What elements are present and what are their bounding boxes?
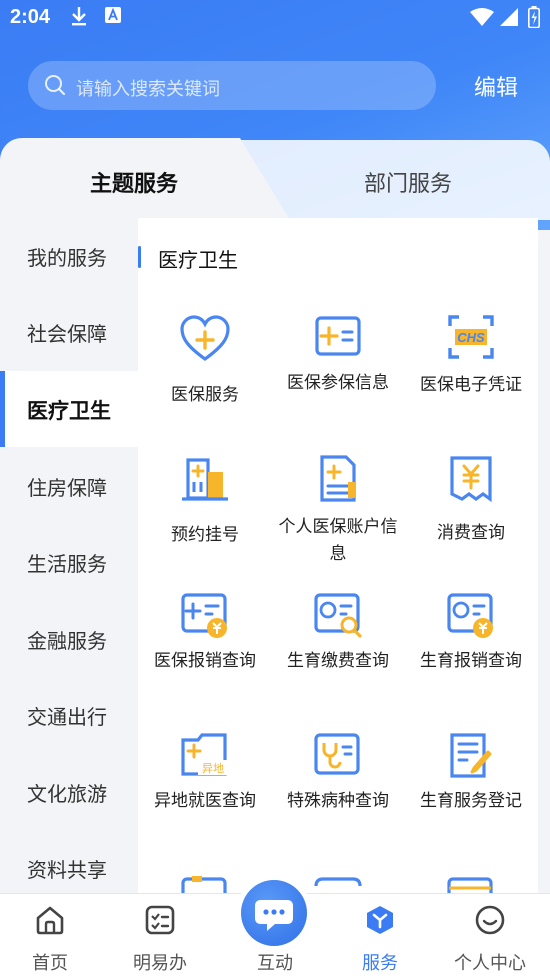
nav-home[interactable]: 首页 [0,894,105,979]
service-item-personal-account[interactable]: 个人医保账户信息 [271,454,405,568]
card-icon [447,877,493,893]
sidebar-item-housing[interactable]: 住房保障 [0,448,138,524]
section-marker [138,246,141,268]
search-icon [45,75,66,96]
service-label: 异地就医查询 [154,791,256,811]
service-item-maternity-reimbursement[interactable]: 生育报销查询 [404,592,538,675]
service-item-consumption[interactable]: 消费查询 [404,454,538,547]
nav-label: 首页 [32,953,68,974]
sidebar-item-finance[interactable]: 金融服务 [0,601,138,677]
svg-text:CHS: CHS [457,330,485,345]
nav-profile[interactable]: 个人中心 [435,894,545,979]
service-item-remote-medical[interactable]: 异地 异地就医查询 [138,732,272,815]
sidebar-item-label: 金融服务 [27,629,107,653]
card-plus-icon [315,316,361,356]
search-bar[interactable]: 请输入搜索关键词 [28,61,436,110]
sidebar-item-transport[interactable]: 交通出行 [0,677,138,753]
search-input[interactable]: 请输入搜索关键词 [76,75,220,101]
stethoscope-card-icon [314,733,360,775]
sidebar-item-label: 生活服务 [27,552,107,576]
section-title: 医疗卫生 [158,248,238,272]
sidebar-item-culture-tourism[interactable]: 文化旅游 [0,754,138,830]
nav-label: 服务 [362,953,398,974]
document-plus-icon [320,455,356,502]
card-icon [181,876,227,893]
sidebar-item-label: 社会保障 [27,322,107,346]
active-indicator [0,371,5,447]
service-cube-icon [367,906,393,934]
card-icon [314,877,362,887]
service-label: 医保参保信息 [287,373,389,393]
wifi-icon [470,8,494,30]
sidebar-item-my-services[interactable]: 我的服务 [0,218,138,294]
nav-services[interactable]: 服务 [325,894,435,979]
service-item-medical-insurance[interactable]: 医保服务 [138,314,272,409]
sidebar-item-social-security[interactable]: 社会保障 [0,294,138,370]
nav-label: 互动 [257,953,293,974]
sidebar-item-label: 资料共享 [27,858,107,882]
service-item-maternity-payment[interactable]: 生育缴费查询 [271,592,405,675]
sidebar-item-label: 我的服务 [27,246,107,270]
service-item-e-voucher[interactable]: CHS 医保电子凭证 [404,314,538,399]
service-item-special-disease[interactable]: 特殊病种查询 [271,732,405,815]
service-label: 个人医保账户信息 [278,517,398,564]
service-label: 特殊病种查询 [287,791,389,811]
service-item-insurance-enrollment[interactable]: 医保参保信息 [271,314,405,397]
sidebar-item-life-services[interactable]: 生活服务 [0,524,138,600]
baby-card-search-icon [314,593,362,638]
folder-remote-icon: 异地 [181,733,228,776]
baby-card-yuan-icon [447,593,493,638]
service-item-partial[interactable] [404,874,538,893]
chs-icon: CHS [448,315,494,359]
service-label: 生育报销查询 [420,651,522,671]
service-label: 预约挂号 [171,525,239,545]
download-icon [70,6,88,30]
service-label: 医保电子凭证 [420,375,522,395]
nav-label: 个人中心 [454,953,526,974]
remote-badge-text: 异地 [202,762,224,775]
chat-bubble-icon [255,900,293,931]
status-bar: 2:04 [0,0,550,38]
edit-button[interactable]: 编辑 [474,70,518,102]
sidebar-item-label: 医疗卫生 [27,399,111,423]
service-label: 医保服务 [171,385,239,405]
service-label: 消费查询 [437,523,505,543]
tab-department-services[interactable]: 部门服务 [364,166,452,198]
tab-theme-services[interactable]: 主题服务 [90,166,178,198]
nav-label: 明易办 [133,953,187,974]
battery-icon [528,6,540,32]
smile-icon [475,905,505,935]
sidebar-item-label: 交通出行 [27,705,107,729]
home-icon [36,906,64,935]
card-yuan-icon [181,593,227,638]
service-item-maternity-registration[interactable]: 生育服务登记 [404,732,538,815]
sidebar-item-label: 住房保障 [27,476,107,500]
service-item-appointment[interactable]: 预约挂号 [138,454,272,549]
nav-mingyiban[interactable]: 明易办 [105,894,215,979]
service-label: 生育服务登记 [420,791,522,811]
service-label: 医保报销查询 [154,651,256,671]
document-pen-icon [450,733,492,778]
sidebar-item-label: 文化旅游 [27,782,107,806]
checklist-icon [145,905,175,935]
signal-icon [500,8,518,30]
service-label: 生育缴费查询 [287,651,389,671]
app-notification-icon [104,6,122,28]
yuan-receipt-icon [450,456,492,503]
service-item-reimbursement[interactable]: 医保报销查询 [138,592,272,675]
sidebar-item-medical-health[interactable]: 医疗卫生 [0,371,138,447]
heart-plus-icon [180,315,230,361]
hospital-building-icon [182,458,228,501]
interaction-center-button[interactable] [241,880,307,946]
category-sidebar: 我的服务 社会保障 医疗卫生 住房保障 生活服务 金融服务 交通出行 文化旅游 … [0,218,138,893]
service-panel: 医疗卫生 医保服务 医保参保信息 CHS 医保电子凭证 预约挂号 个人医保账户信… [138,218,538,893]
status-time: 2:04 [10,6,51,28]
